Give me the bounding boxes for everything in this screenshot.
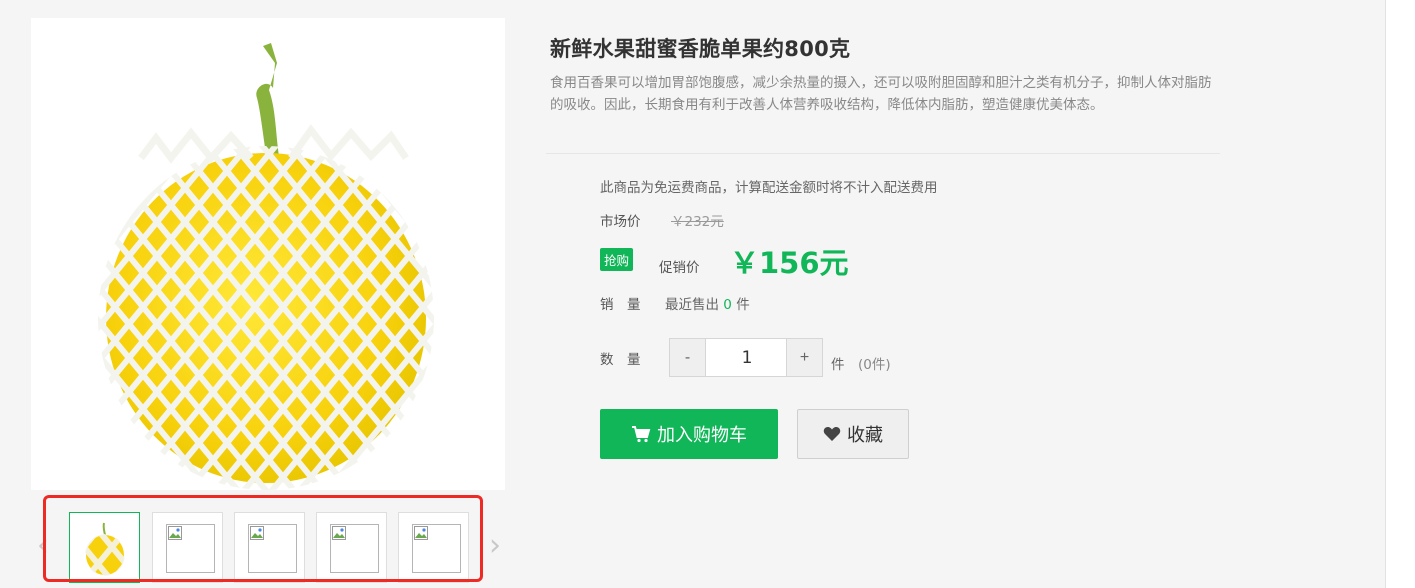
sales-info: 最近售出 0 件 [665,293,750,313]
thumbnail-next-arrow[interactable]: › [485,531,505,561]
product-main-image [31,18,505,490]
sales-label: 销 量 [600,297,641,313]
heart-icon [823,427,841,441]
product-description: 食用百香果可以增加胃部饱腹感，减少余热量的摄入，还可以吸附胆固醇和胆汁之类有机分… [550,75,1212,113]
info-divider [546,153,1220,154]
flash-sale-badge: 抢购 [600,248,634,271]
promo-price-value: ￥156元 [730,246,849,280]
cart-icon [632,426,651,443]
quantity-decrease-button[interactable]: - [670,339,706,376]
add-to-cart-label: 加入购物车 [657,425,747,445]
shipping-note: 此商品为免运费商品，计算配送金额时将不计入配送费用 [600,180,938,196]
market-price-label: 市场价 [600,214,641,230]
favorite-label: 收藏 [847,425,883,445]
sales-unit: 件 [736,297,750,313]
quantity-unit: 件 [831,357,845,373]
promo-price-label: 促销价 [659,260,700,276]
sales-count: 0 [723,297,732,313]
quantity-input[interactable] [707,339,787,376]
right-scroll-area [1385,0,1415,588]
stock-count: (0件) [858,357,891,373]
quantity-increase-button[interactable]: + [786,339,822,376]
add-to-cart-button[interactable]: 加入购物车 [600,409,778,459]
market-price-value: ￥232元 [671,214,724,230]
sales-prefix: 最近售出 [665,297,719,313]
product-title: 新鲜水果甜蜜香脆单果约800克 [550,37,851,61]
quantity-stepper: - + [669,338,823,377]
quantity-label: 数 量 [600,352,641,368]
thumbnail-highlight-box [43,495,483,582]
favorite-button[interactable]: 收藏 [797,409,909,459]
pear-in-foam-net-image [98,43,434,490]
